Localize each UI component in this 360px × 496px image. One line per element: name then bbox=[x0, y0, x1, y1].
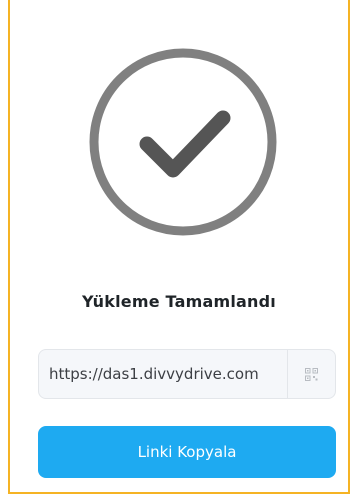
qr-code-button[interactable] bbox=[287, 350, 335, 398]
copy-link-button[interactable]: Linki Kopyala bbox=[38, 426, 336, 478]
upload-complete-card: Yükleme Tamamlandı Linki Kopyala bbox=[8, 0, 350, 494]
share-link-field bbox=[38, 349, 336, 399]
status-title: Yükleme Tamamlandı bbox=[82, 292, 276, 311]
share-link-input[interactable] bbox=[39, 350, 287, 398]
qr-code-icon bbox=[305, 367, 318, 381]
check-circle-icon bbox=[87, 46, 279, 238]
